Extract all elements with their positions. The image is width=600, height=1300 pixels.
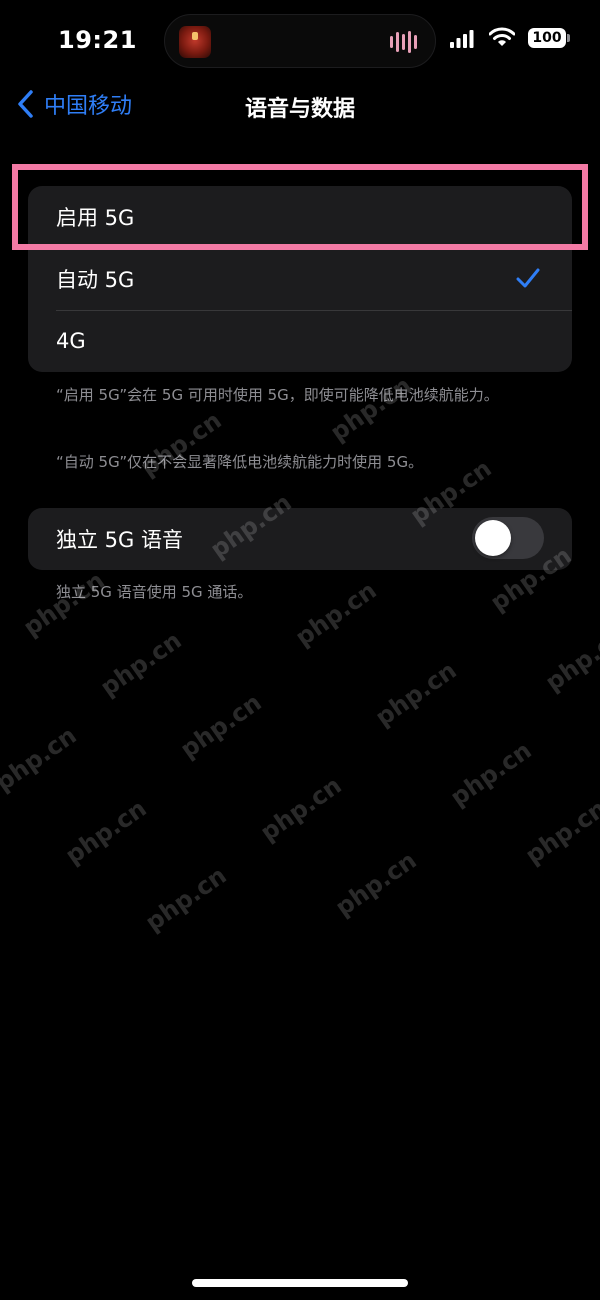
battery-level: 100: [532, 30, 562, 46]
sa-voice-group: 独立 5G 语音: [28, 508, 572, 570]
battery-cap: [567, 34, 570, 42]
watermark: php.cn: [60, 794, 152, 870]
option-enable-5g[interactable]: 启用 5G: [28, 186, 572, 248]
page-title: 语音与数据: [244, 97, 355, 122]
status-time: 19:21: [58, 26, 137, 54]
audio-waveform-icon: [390, 31, 417, 53]
watermark: php.cn: [175, 688, 267, 764]
dynamic-island[interactable]: [164, 14, 436, 68]
sa-voice-toggle[interactable]: [472, 517, 544, 559]
watermark: php.cn: [18, 566, 110, 642]
watermark: php.cn: [370, 656, 462, 732]
watermark: php.cn: [0, 721, 82, 797]
wifi-icon: [489, 27, 515, 46]
watermark: php.cn: [540, 621, 600, 697]
option-auto-5g[interactable]: 自动 5G: [28, 248, 572, 310]
live-activity-app-icon: [179, 26, 211, 58]
sa-voice-row: 独立 5G 语音: [28, 508, 572, 570]
enable-5g-note: “启用 5G”会在 5G 可用时使用 5G，即使可能降低电池续航能力。: [56, 386, 499, 404]
settings-screen: 19:21 100 中国移动 语音与数据 启用 5G 自动 5G 4G “启用 …: [0, 0, 600, 1300]
watermark: php.cn: [520, 794, 600, 870]
network-mode-group: 启用 5G 自动 5G 4G: [28, 186, 572, 372]
option-label: 启用 5G: [56, 206, 135, 230]
watermark: php.cn: [255, 771, 347, 847]
watermark: php.cn: [140, 861, 232, 937]
watermark: php.cn: [445, 736, 537, 812]
home-indicator[interactable]: [192, 1279, 408, 1287]
watermark: php.cn: [95, 626, 187, 702]
watermark: php.cn: [325, 371, 417, 447]
sa-voice-note: 独立 5G 语音使用 5G 通话。: [56, 583, 253, 601]
option-label: 自动 5G: [56, 268, 135, 292]
option-4g[interactable]: 4G: [28, 310, 572, 372]
signal-icon: [450, 30, 474, 48]
watermark: php.cn: [330, 846, 422, 922]
option-label: 4G: [56, 329, 86, 353]
battery-icon: 100: [528, 28, 566, 48]
auto-5g-note: “自动 5G”仅在不会显著降低电池续航能力时使用 5G。: [56, 453, 424, 471]
sa-voice-label: 独立 5G 语音: [56, 528, 183, 552]
toggle-knob: [475, 520, 511, 556]
checkmark-icon: [516, 268, 540, 288]
